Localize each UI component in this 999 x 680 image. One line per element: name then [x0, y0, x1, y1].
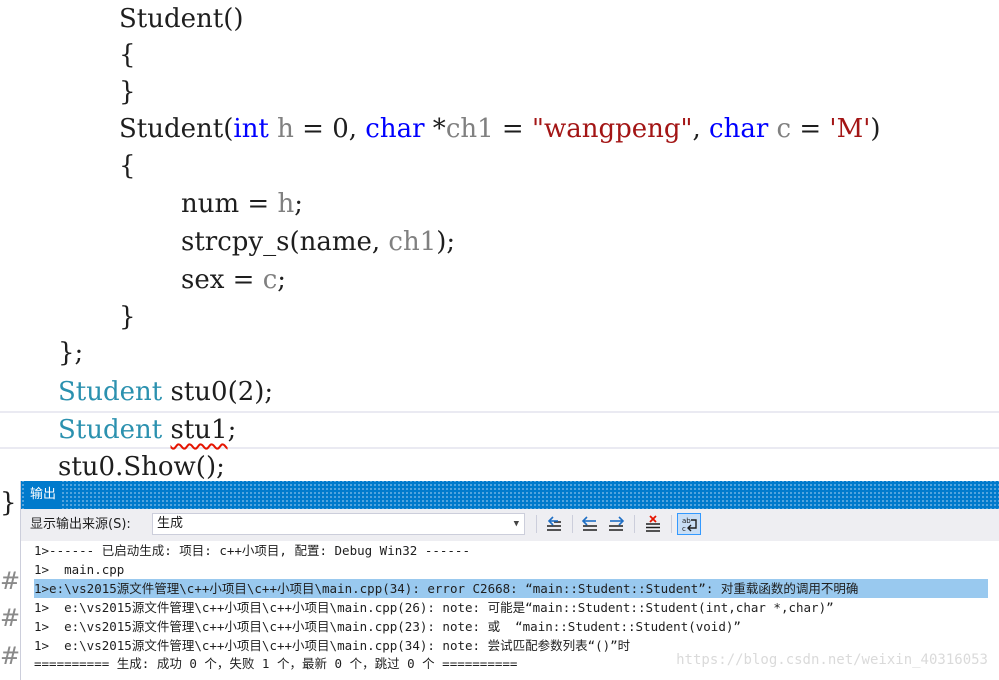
- watermark: https://blog.csdn.net/weixin_40316053: [676, 652, 988, 668]
- code-token: strcpy_s(name,: [181, 227, 389, 257]
- output-line[interactable]: 1> e:\vs2015源文件管理\c++小项目\c++小项目\main.cpp…: [34, 598, 834, 617]
- code-line-11[interactable]: Student stu0(2);: [58, 373, 273, 411]
- code-line-2[interactable]: {: [119, 36, 136, 74]
- output-source-label: 显示输出来源(S):: [30, 517, 131, 532]
- code-token: h: [277, 189, 295, 219]
- code-token: num =: [181, 189, 278, 219]
- toolbar-separator: [671, 515, 672, 533]
- output-line[interactable]: 1>------ 已启动生成: 项目: c++小项目, 配置: Debug Wi…: [34, 541, 470, 560]
- code-line-1[interactable]: Student(): [119, 0, 244, 38]
- code-token: };: [58, 338, 84, 368]
- word-wrap-icon: ab c: [682, 517, 697, 533]
- next-message-icon: [609, 516, 625, 531]
- code-token: ch1: [388, 227, 437, 257]
- code-token: c: [776, 114, 792, 144]
- code-token: ;: [294, 189, 303, 219]
- closing-brace: }: [0, 488, 17, 518]
- code-line-5[interactable]: {: [119, 147, 136, 185]
- output-line[interactable]: 1> e:\vs2015源文件管理\c++小项目\c++小项目\main.cpp…: [34, 617, 741, 636]
- code-line-6[interactable]: num = h;: [181, 185, 303, 223]
- code-token: sex =: [181, 265, 263, 295]
- hidden-code-fragment: #i: [0, 604, 22, 632]
- goto-selected-icon: [547, 516, 561, 531]
- code-line-8[interactable]: sex = c;: [181, 261, 286, 299]
- svg-text:c: c: [682, 525, 686, 533]
- output-toolbar: 显示输出来源(S): 生成 ▼ ab c: [21, 509, 999, 541]
- code-token: = 0,: [293, 114, 366, 144]
- code-token: }: [119, 77, 136, 107]
- code-token: char: [709, 114, 769, 144]
- code-line-4[interactable]: Student(int h = 0, char *ch1 = "wangpeng…: [119, 110, 881, 148]
- prev-message-icon: [581, 516, 597, 531]
- code-token: {: [119, 151, 136, 181]
- code-token: stu0(2);: [162, 377, 274, 407]
- code-token: 'M': [829, 114, 871, 144]
- code-line-10[interactable]: };: [58, 334, 83, 372]
- code-token: =: [493, 114, 532, 144]
- code-token: Student: [58, 377, 163, 407]
- output-source-dropdown[interactable]: 生成 ▼: [152, 513, 525, 535]
- next-message-button[interactable]: [604, 513, 628, 535]
- code-token: ;: [227, 415, 237, 445]
- code-token: c: [262, 265, 278, 295]
- goto-selected-button[interactable]: [542, 513, 566, 535]
- code-token: }: [119, 302, 136, 332]
- code-token: stu0.Show();: [58, 452, 225, 482]
- hidden-code-fragment: #i: [0, 642, 22, 670]
- code-token: ;: [277, 265, 287, 295]
- clear-all-button[interactable]: [641, 513, 665, 535]
- code-token: Student(: [119, 114, 234, 144]
- code-line-3[interactable]: }: [119, 73, 136, 111]
- code-token: stu1: [170, 415, 228, 445]
- output-line-selected[interactable]: 1>e:\vs2015源文件管理\c++小项目\c++小项目\main.cpp(…: [34, 579, 988, 598]
- code-line-7[interactable]: strcpy_s(name, ch1);: [181, 223, 455, 261]
- chevron-down-icon: ▼: [513, 519, 519, 529]
- output-titlebar[interactable]: 输出: [21, 481, 999, 509]
- code-token: *: [424, 114, 446, 144]
- output-title: 输出: [26, 481, 61, 509]
- toolbar-separator: [634, 515, 635, 533]
- hidden-code-fragment: #e: [0, 567, 22, 595]
- output-source-value: 生成: [157, 516, 184, 531]
- code-token: "wangpeng": [532, 114, 693, 144]
- code-line-12[interactable]: Student stu1;: [58, 411, 236, 449]
- code-token: Student(): [119, 4, 244, 34]
- code-token: Student: [58, 415, 163, 445]
- code-token: ,: [692, 114, 710, 144]
- toolbar-separator: [536, 515, 537, 533]
- code-token: ): [870, 114, 881, 144]
- output-line[interactable]: 1> main.cpp: [34, 560, 124, 579]
- code-token: );: [436, 227, 456, 257]
- previous-message-button[interactable]: [578, 513, 602, 535]
- code-token: int: [233, 114, 269, 144]
- toolbar-separator: [572, 515, 573, 533]
- code-token: char: [365, 114, 425, 144]
- clear-all-icon: [646, 515, 660, 532]
- svg-text:ab: ab: [682, 517, 691, 525]
- word-wrap-toggle[interactable]: ab c: [677, 513, 701, 535]
- code-token: ch1: [445, 114, 494, 144]
- code-token: =: [791, 114, 830, 144]
- code-line-9[interactable]: }: [119, 298, 136, 336]
- code-token: {: [119, 40, 136, 70]
- output-line[interactable]: ========== 生成: 成功 0 个，失败 1 个，最新 0 个，跳过 0…: [34, 654, 517, 673]
- output-window: 输出 显示输出来源(S): 生成 ▼ ab c 1>------ 已启动生成: …: [20, 481, 999, 680]
- code-token: h: [277, 114, 294, 144]
- output-line[interactable]: 1> e:\vs2015源文件管理\c++小项目\c++小项目\main.cpp…: [34, 636, 630, 655]
